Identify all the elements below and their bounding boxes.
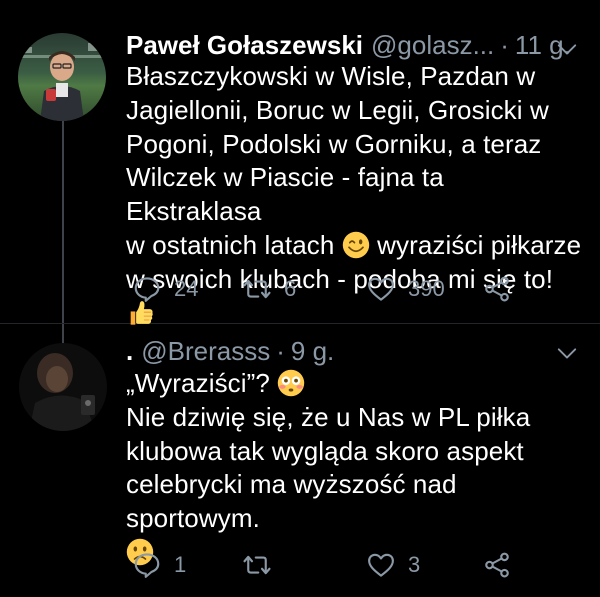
tweet-text-line: klubowa tak wygląda skoro aspekt bbox=[126, 435, 524, 466]
tweet-text-segment: „Wyraziści”? bbox=[126, 368, 270, 398]
reply-icon bbox=[134, 553, 160, 578]
share-button[interactable] bbox=[482, 549, 512, 581]
retweet-button[interactable]: 6 bbox=[242, 273, 296, 305]
heart-icon bbox=[368, 277, 394, 301]
tweet-text-line-with-emoji: w ostatnich latach wyraziści piłkarze bbox=[126, 229, 584, 263]
tweet-text-line-with-emoji: „Wyraziści”? bbox=[126, 367, 584, 401]
retweet-icon bbox=[243, 279, 271, 299]
chevron-down-icon[interactable] bbox=[556, 342, 578, 364]
like-count: 390 bbox=[408, 276, 445, 301]
share-button[interactable] bbox=[482, 273, 512, 305]
tweet-text-segment: wyraziści piłkarze bbox=[377, 229, 582, 260]
tweet-1[interactable]: Paweł Gołaszewski @golasz... · 11 g. Bła… bbox=[0, 0, 600, 325]
reply-count: 1 bbox=[174, 552, 187, 577]
tweet-2[interactable]: . @Brerasss · 9 g. „Wyraziści”? Nie dziw… bbox=[0, 324, 600, 597]
like-button[interactable]: 390 bbox=[366, 273, 445, 305]
display-name[interactable]: Paweł Gołaszewski bbox=[126, 30, 363, 61]
retweet-button[interactable] bbox=[242, 549, 284, 581]
tweet-text-line: Błaszczykowski w Wisle, Pazdan w bbox=[126, 61, 536, 91]
separator: · bbox=[276, 335, 285, 366]
flushed-face-emoji bbox=[278, 369, 305, 397]
user-handle[interactable]: @Brerasss bbox=[141, 336, 270, 367]
share-icon bbox=[485, 276, 509, 302]
separator: · bbox=[500, 29, 509, 60]
retweet-count: 6 bbox=[284, 276, 297, 301]
heart-icon bbox=[368, 553, 394, 577]
tweet-text: „Wyraziści”? Nie dziwię się, że u Nas w … bbox=[126, 367, 584, 570]
tweet-text-line: Jagiellonii, Boruc w Legii, Grosicki w bbox=[126, 94, 549, 125]
tweet-text-line: celebrycki ma wyższość nad sportowym. bbox=[126, 469, 457, 534]
reply-icon bbox=[134, 277, 160, 302]
tweet-text-segment: w ostatnich latach bbox=[126, 229, 335, 260]
timestamp[interactable]: 9 g. bbox=[291, 336, 334, 367]
tweet-actions: 24 6 390 bbox=[126, 273, 526, 305]
user-handle[interactable]: @golasz... bbox=[371, 30, 494, 61]
reply-count: 24 bbox=[174, 276, 199, 301]
winking-face-emoji bbox=[342, 231, 370, 259]
tweet-header: Paweł Gołaszewski @golasz... · 11 g. bbox=[126, 28, 580, 62]
reply-button[interactable]: 1 bbox=[132, 549, 186, 581]
chevron-down-icon[interactable] bbox=[556, 38, 578, 60]
reply-button[interactable]: 24 bbox=[132, 273, 198, 305]
tweet-header: . @Brerasss · 9 g. bbox=[126, 334, 580, 368]
tweet-actions: 1 3 bbox=[126, 549, 526, 581]
tweet-text-line: Nie dziwię się, że u Nas w PL piłka bbox=[126, 401, 531, 432]
like-button[interactable]: 3 bbox=[366, 549, 420, 581]
tweet-text-line: Pogoni, Podolski w Gorniku, a teraz bbox=[126, 128, 542, 159]
display-name[interactable]: . bbox=[126, 336, 133, 367]
like-count: 3 bbox=[408, 552, 421, 577]
tweet-text-line: Wilczek w Piascie - fajna ta Ekstraklasa bbox=[126, 162, 444, 227]
share-icon bbox=[485, 552, 509, 578]
avatar[interactable] bbox=[19, 343, 107, 431]
avatar[interactable] bbox=[18, 33, 106, 121]
retweet-icon bbox=[243, 555, 271, 575]
